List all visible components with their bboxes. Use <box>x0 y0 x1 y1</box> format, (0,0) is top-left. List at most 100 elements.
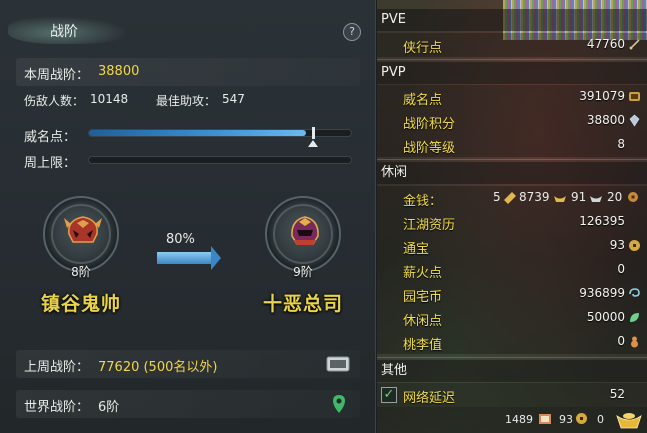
stat-value: 8 <box>617 137 625 151</box>
section-leisure: 休闲 <box>377 162 647 184</box>
copper-coin-icon <box>628 192 638 202</box>
stat-value: 52 <box>609 387 625 401</box>
stat-row-home-coin: 园宅币 936899 <box>377 282 647 306</box>
bottom-currency-strip: 1489 93 0 <box>377 407 647 433</box>
world-rank-row: 世界战阶： 6阶 <box>16 390 360 418</box>
money-prefix: 5 <box>493 190 501 204</box>
prestige-label: 威名点： <box>24 130 77 145</box>
stat-value: 0 <box>617 262 625 276</box>
money-gold: 8739 <box>519 190 550 204</box>
rank-progress-percent: 80% <box>166 232 195 247</box>
arrow-right-icon <box>211 246 221 270</box>
prestige-progress-bar <box>88 127 352 147</box>
book-icon <box>539 414 551 424</box>
stat-row-xinhuo: 薪火点 0 <box>377 258 647 282</box>
stat-label: 威名点 <box>403 93 443 108</box>
weekly-rank-value: 38800 <box>98 64 140 79</box>
bottom-value-2: 93 <box>559 413 573 426</box>
stat-row-xia-xing: 侠行点 47760 <box>377 33 647 57</box>
last-week-row: 上周战阶： 77620 (500名以外) <box>16 350 360 378</box>
section-pve: PVE <box>377 9 647 31</box>
money-copper: 20 <box>607 190 623 204</box>
weekly-rank-label: 本周战阶： <box>24 68 90 83</box>
ingot-icon <box>554 196 566 202</box>
stat-value: 391079 <box>579 89 625 103</box>
latency-checkbox[interactable]: ✓ <box>381 387 397 403</box>
stat-value: 47760 <box>586 37 625 51</box>
current-rank-emblem[interactable] <box>43 196 119 272</box>
world-rank-value: 6阶 <box>98 400 120 415</box>
gold-bar-icon <box>504 192 516 204</box>
stat-label: 休闲点 <box>403 314 443 329</box>
bottom-value-1: 1489 <box>505 413 533 426</box>
rank-progress-arrow <box>157 252 211 264</box>
stat-row-tongbao: 通宝 93 <box>377 234 647 258</box>
prestige-progress-fill <box>89 130 306 136</box>
swirl-icon <box>629 288 640 297</box>
stat-row-seniority: 江湖资历 126395 <box>377 210 647 234</box>
combat-stats-row: 伤敌人数： 10148 最佳助攻： 547 <box>16 92 360 112</box>
panel-title: 战阶 <box>50 24 78 40</box>
stat-label: 网络延迟 <box>403 391 456 406</box>
coin-icon <box>629 240 640 251</box>
stat-label: 战阶等级 <box>403 141 456 156</box>
stat-value: 126395 <box>579 214 625 228</box>
silver-ingot-icon <box>590 196 602 202</box>
stat-label: 金钱： <box>403 194 443 209</box>
kills-label: 伤敌人数： <box>24 94 85 108</box>
stat-label: 桃李值 <box>403 338 443 353</box>
stat-label: 战阶积分 <box>403 117 456 132</box>
stat-row-prestige: 威名点 391079 <box>377 85 647 109</box>
stat-row-war-points: 战阶积分 38800 <box>377 109 647 133</box>
panel-title-bar: 战阶 ? <box>0 0 376 48</box>
stat-label: 薪火点 <box>403 266 443 281</box>
war-rank-panel: 战阶 ? 本周战阶： 38800 伤敌人数： 10148 最佳助攻： 547 威… <box>0 0 376 433</box>
stat-label: 园宅币 <box>403 290 443 305</box>
last-week-value: 77620 (500名以外) <box>98 360 218 375</box>
world-rank-label: 世界战阶： <box>24 400 90 415</box>
prestige-cap-triangle-icon <box>308 140 318 147</box>
sword-icon <box>629 39 640 50</box>
crystal-icon <box>629 114 640 127</box>
stat-value: 0 <box>617 334 625 348</box>
weekly-cap-progress-bar <box>88 156 352 164</box>
prestige-cap-marker <box>312 127 315 139</box>
stat-label: 江湖资历 <box>403 218 456 233</box>
gourd-icon <box>631 336 638 348</box>
stat-row-taoli: 桃李值 0 <box>377 330 647 354</box>
current-rank-name: 镇谷鬼帅 <box>40 293 121 315</box>
stat-label: 通宝 <box>403 242 430 257</box>
stat-value: 50000 <box>586 310 625 324</box>
gold-ingot-icon[interactable] <box>615 408 643 430</box>
money-silver: 91 <box>571 190 587 204</box>
stat-row-latency: ✓ 网络延迟 52 <box>377 383 647 407</box>
stat-value: 936899 <box>579 286 625 300</box>
kills-value: 10148 <box>90 92 129 106</box>
demon-helmet-icon <box>64 216 102 243</box>
stat-label: 侠行点 <box>403 41 443 56</box>
stat-value: 38800 <box>586 113 625 127</box>
stat-row-leisure-points: 休闲点 50000 <box>377 306 647 330</box>
help-button[interactable]: ? <box>343 23 361 41</box>
stat-value: 93 <box>609 238 625 252</box>
section-pvp: PVP <box>377 62 647 84</box>
prestige-icon <box>629 92 640 101</box>
weekly-rank-row: 本周战阶： 38800 <box>16 58 360 86</box>
assists-value: 547 <box>222 92 245 106</box>
assists-label: 最佳助攻： <box>156 94 217 108</box>
ticket-icon[interactable] <box>326 355 350 373</box>
location-pin-icon[interactable] <box>332 394 346 414</box>
coin-icon <box>576 413 587 424</box>
weekly-cap-label: 周上限： <box>24 156 77 171</box>
next-rank-emblem[interactable] <box>265 196 341 272</box>
warlord-helmet-icon <box>291 216 319 245</box>
current-rank-level: 8阶 <box>71 265 91 279</box>
stat-row-money: 金钱： 5 8739 91 20 <box>377 186 647 210</box>
next-rank-name: 十恶总司 <box>262 293 343 315</box>
leaf-icon <box>630 313 639 322</box>
bottom-value-3: 0 <box>597 413 604 426</box>
section-other: 其他 <box>377 360 647 382</box>
next-rank-level: 9阶 <box>293 265 313 279</box>
last-week-label: 上周战阶： <box>24 360 90 375</box>
stat-row-war-level: 战阶等级 8 <box>377 133 647 157</box>
